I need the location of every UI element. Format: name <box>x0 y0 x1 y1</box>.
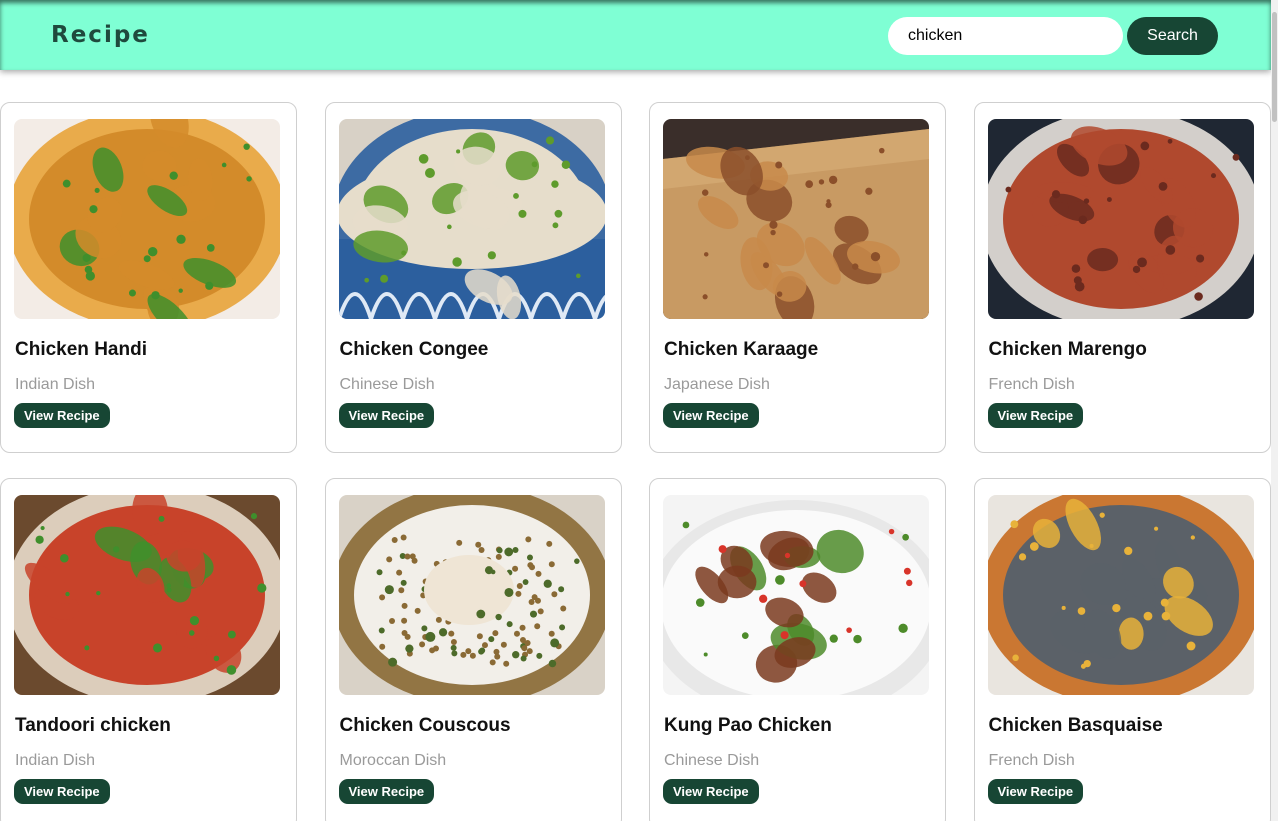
recipe-grid: Chicken Handi Indian Dish View Recipe Ch… <box>0 102 1271 821</box>
search-input[interactable] <box>888 17 1123 55</box>
recipe-search-page: Recipe Search Chicken Handi Indian Dish … <box>0 0 1278 821</box>
recipe-title: Chicken Marengo <box>988 339 1147 360</box>
recipe-cuisine: Japanese Dish <box>664 376 770 393</box>
recipe-card: Chicken Couscous Moroccan Dish View Reci… <box>324 478 622 821</box>
recipe-title: Chicken Congee <box>339 339 489 360</box>
view-recipe-button[interactable]: View Recipe <box>663 403 759 428</box>
couscous-plate-image <box>338 495 605 695</box>
recipe-card: Chicken Marengo French Dish View Recipe <box>973 102 1271 453</box>
food-photo-illustration <box>14 119 280 319</box>
view-recipe-button[interactable]: View Recipe <box>987 779 1084 804</box>
recipe-title: Chicken Couscous <box>339 715 511 736</box>
recipe-title: Kung Pao Chicken <box>664 715 832 736</box>
food-photo-illustration <box>14 495 280 695</box>
recipe-cuisine: Chinese Dish <box>664 752 760 769</box>
fried-chicken-board-image <box>663 119 929 319</box>
search-button[interactable]: Search <box>1127 17 1218 55</box>
recipe-title: Chicken Basquaise <box>988 715 1163 736</box>
recipe-card: Chicken Congee Chinese Dish View Recipe <box>324 102 622 453</box>
curry-bowl-image <box>14 119 280 319</box>
recipe-card: Chicken Handi Indian Dish View Recipe <box>0 102 297 453</box>
food-photo-illustration <box>987 495 1254 695</box>
food-photo-illustration <box>338 495 605 695</box>
recipe-title: Tandoori chicken <box>15 715 171 736</box>
recipe-card: Kung Pao Chicken Chinese Dish View Recip… <box>649 478 946 821</box>
view-recipe-button[interactable]: View Recipe <box>14 403 110 428</box>
congee-bowl-image <box>338 119 605 319</box>
stew-pot-image <box>987 119 1254 319</box>
recipe-cuisine: French Dish <box>988 752 1075 769</box>
page-scrollbar[interactable] <box>1271 0 1278 821</box>
recipe-cuisine: Chinese Dish <box>339 376 435 393</box>
recipe-cuisine: Indian Dish <box>15 752 96 769</box>
top-header: Recipe Search <box>0 0 1271 70</box>
view-recipe-button[interactable]: View Recipe <box>987 403 1084 428</box>
stir-fry-bowl-image <box>663 495 929 695</box>
braiser-pan-image <box>987 495 1254 695</box>
tandoori-platter-image <box>14 495 280 695</box>
view-recipe-button[interactable]: View Recipe <box>663 779 759 804</box>
recipe-title: Chicken Karaage <box>664 339 819 360</box>
scrollbar-thumb[interactable] <box>1272 12 1277 122</box>
view-recipe-button[interactable]: View Recipe <box>14 779 110 804</box>
recipe-card: Chicken Karaage Japanese Dish View Recip… <box>649 102 946 453</box>
recipe-cuisine: Moroccan Dish <box>339 752 447 769</box>
food-photo-illustration <box>338 119 605 319</box>
food-photo-illustration <box>987 119 1254 319</box>
recipe-card: Tandoori chicken Indian Dish View Recipe <box>0 478 297 821</box>
view-recipe-button[interactable]: View Recipe <box>338 403 435 428</box>
recipe-cuisine: Indian Dish <box>15 376 96 393</box>
recipe-title: Chicken Handi <box>15 339 147 360</box>
recipe-cuisine: French Dish <box>988 376 1075 393</box>
food-photo-illustration <box>663 119 929 319</box>
recipe-card: Chicken Basquaise French Dish View Recip… <box>973 478 1271 821</box>
brand-logo-text[interactable]: Recipe <box>51 22 150 48</box>
view-recipe-button[interactable]: View Recipe <box>338 779 435 804</box>
food-photo-illustration <box>663 495 929 695</box>
